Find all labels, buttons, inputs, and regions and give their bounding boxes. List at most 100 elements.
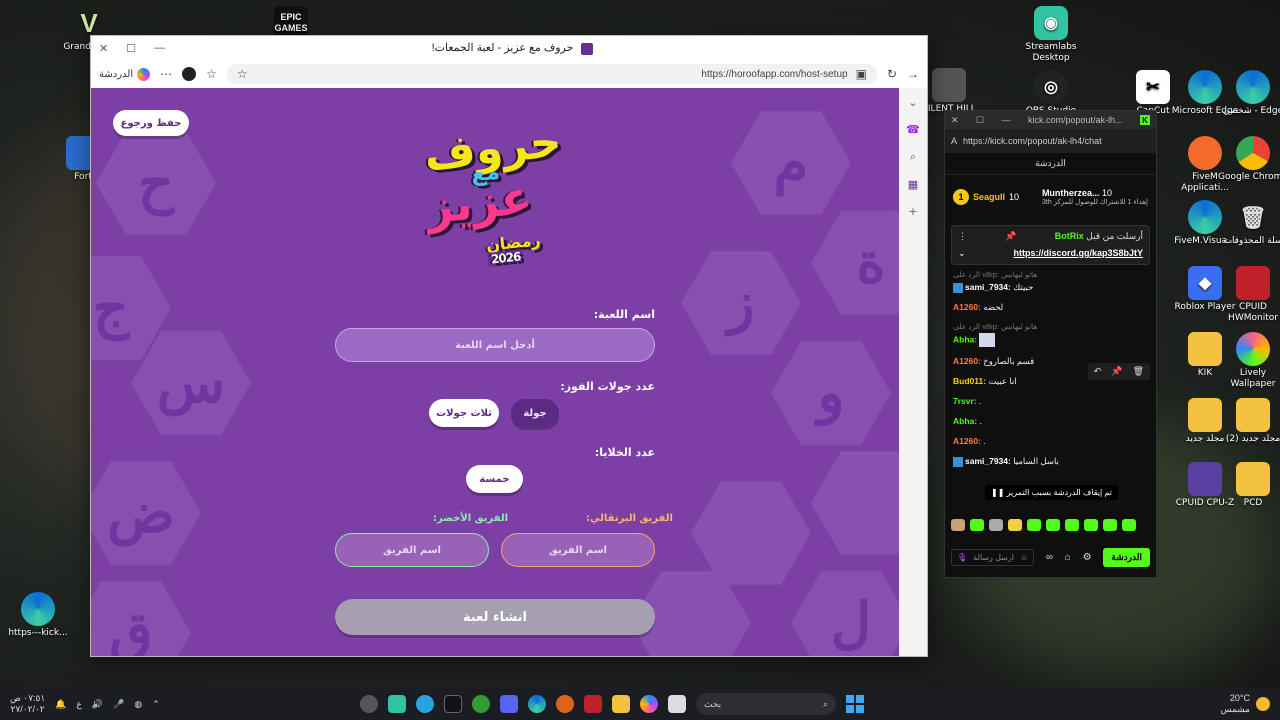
leader-first[interactable]: 1 Seagull 10	[953, 189, 1019, 205]
chat-message[interactable]: sami_7934: باسل الساميا	[953, 455, 1148, 467]
emote-icon[interactable]	[1027, 519, 1041, 531]
emote-icon[interactable]	[989, 519, 1003, 531]
emoji-icon[interactable]: ☺	[1020, 553, 1028, 562]
desktop-icon-hwmonitor[interactable]: CPUID HWMonitor	[1218, 266, 1280, 324]
emote-icon[interactable]	[1046, 519, 1060, 531]
read-aloud-icon[interactable]: A	[951, 136, 957, 146]
profile-avatar[interactable]	[182, 67, 197, 81]
microphone-icon[interactable]: 🎤	[113, 699, 124, 710]
desktop-icon-chrome[interactable]: Google Chrome	[1218, 136, 1280, 183]
favorites-icon[interactable]: ☆	[206, 67, 217, 81]
emote-icon[interactable]	[1122, 519, 1136, 531]
cells-five-button[interactable]: خمسة	[466, 465, 523, 493]
hex-tile: ض	[91, 461, 201, 565]
desktop-icon-kick-shortcut[interactable]: https---kick...	[3, 592, 73, 639]
team-green-input[interactable]: اسم الفريق	[335, 533, 489, 567]
copilot-chat-button[interactable]: الدردشة	[99, 67, 151, 81]
users-icon[interactable]: ∞	[1046, 552, 1053, 563]
rounds-three-button[interactable]: ثلاث جولات	[429, 399, 499, 427]
more-icon[interactable]: ⋮	[958, 231, 967, 242]
edge-icon[interactable]	[528, 695, 546, 713]
more-icon[interactable]: ⋯	[160, 67, 172, 81]
emote-icon[interactable]	[1008, 519, 1022, 531]
maximize-icon[interactable]: ☐	[126, 42, 136, 55]
maximize-icon[interactable]: ☐	[976, 115, 984, 126]
close-icon[interactable]: ✕	[951, 115, 959, 126]
chat-paused-notice[interactable]: تم إيقاف الدردشة بسبب التمرير ❚❚	[985, 485, 1118, 500]
minimize-icon[interactable]: —	[154, 42, 165, 55]
weather-widget[interactable]: 20°C مشمس	[1220, 693, 1270, 715]
pinned-link[interactable]: https://discord.gg/kap3S8bJtY	[1013, 248, 1143, 259]
store-icon[interactable]: ⌂	[1065, 552, 1071, 563]
site-info-icon[interactable]: ▣	[856, 67, 867, 81]
file-explorer-icon[interactable]	[612, 695, 630, 713]
pin-icon[interactable]: 📌	[1005, 231, 1016, 242]
address-bar[interactable]: ☆ https://horoofapp.com/host-setup ▣	[226, 64, 877, 84]
star-icon[interactable]: ☆	[237, 67, 248, 81]
save-and-back-button[interactable]: حفظ ورجوع	[113, 110, 189, 136]
clock[interactable]: ٠٧:٥١ ص ٢٧/٠٢/٠٢	[10, 693, 45, 715]
leader-gift[interactable]: Muntherzea... 10 إهداء 1 للاشتراك للوصول…	[1042, 188, 1148, 206]
forward-icon[interactable]: →	[907, 67, 919, 81]
team-orange-input[interactable]: اسم الفريق	[501, 533, 655, 567]
telegram-icon[interactable]	[416, 695, 434, 713]
streamlabs-icon[interactable]	[388, 695, 406, 713]
volume-icon[interactable]: 🔊	[92, 699, 103, 710]
desktop-icon-streamlabs[interactable]: ◉ Streamlabs Desktop	[1016, 6, 1086, 64]
delete-icon[interactable]: 🗑	[1133, 366, 1144, 377]
pin-icon[interactable]: 📌	[1111, 366, 1122, 377]
network-icon[interactable]: ◍	[134, 699, 142, 710]
discord-icon[interactable]	[500, 695, 518, 713]
chat-message[interactable]: الرد على v8rp: هاتو ليهابس sami_7934: حب…	[953, 269, 1148, 293]
adobe-icon[interactable]	[584, 695, 602, 713]
app-icon[interactable]	[668, 695, 686, 713]
epic-games-icon[interactable]	[444, 695, 462, 713]
emote-icon[interactable]	[970, 519, 984, 531]
desktop-icon-pcd[interactable]: PCD	[1218, 462, 1280, 509]
desktop-icon-recycle-bin[interactable]: 🗑 سلة المحذوفات	[1218, 200, 1280, 247]
chat-message[interactable]: A1260: لحضه	[953, 301, 1148, 313]
search-icon[interactable]: ⌕	[910, 150, 916, 164]
chat-message[interactable]: 7rsvr: .	[953, 395, 1148, 407]
add-icon[interactable]: +	[908, 205, 917, 218]
app-icon[interactable]: ▦	[908, 178, 918, 191]
hex-tile	[811, 451, 899, 555]
input-language[interactable]: ع	[76, 699, 81, 710]
rounds-one-button[interactable]: جولة	[511, 399, 559, 427]
emote-icon[interactable]	[951, 519, 965, 531]
taskbar-search[interactable]: ⌕ بحث	[696, 693, 836, 715]
chat-message[interactable]: A1260: .	[953, 435, 1148, 447]
folder-icon	[1188, 332, 1222, 366]
chat-message[interactable]: Abha: .	[953, 415, 1148, 427]
settings-icon[interactable]: ⚙	[1083, 552, 1092, 563]
reply-icon[interactable]: ↶	[1094, 366, 1102, 377]
chevron-down-icon[interactable]: ⌄	[908, 96, 917, 109]
send-chat-button[interactable]: الدردشة	[1103, 547, 1150, 567]
chevron-down-icon[interactable]: ⌄	[958, 248, 966, 259]
create-game-button[interactable]: انشاء لعبة	[335, 599, 655, 635]
desktop-icon-lively[interactable]: Lively Wallpaper	[1218, 332, 1280, 390]
close-icon[interactable]: ✕	[99, 42, 108, 55]
chrome-icon	[1236, 136, 1270, 170]
minimize-icon[interactable]: —	[1002, 115, 1011, 125]
copilot-icon[interactable]	[640, 695, 658, 713]
chat-address-bar[interactable]: A https://kick.com/popout/ak-lh4/chat	[945, 129, 1156, 153]
chat-message[interactable]: الرد على v8rp: هاتو ليهابس Abha:	[953, 321, 1148, 347]
desktop-icon-new-folder-2[interactable]: (2) مجلد جديد	[1218, 398, 1280, 445]
desktop-icon-edge-personal[interactable]: شخصي - Edge	[1218, 70, 1280, 117]
refresh-icon[interactable]: ↻	[887, 67, 897, 81]
game-name-input[interactable]: أدخل اسم اللعبة	[335, 328, 655, 362]
notification-icon[interactable]: 🔔	[55, 699, 66, 710]
chevron-up-icon[interactable]: ⌃	[152, 699, 160, 710]
tab-title[interactable]: حروف مع عزيز - لعبة الجمعات!	[165, 41, 859, 55]
xbox-icon[interactable]	[472, 695, 490, 713]
emote-icon[interactable]	[1065, 519, 1079, 531]
telephone-icon[interactable]: ☎	[906, 123, 920, 136]
hwmonitor-icon	[1236, 266, 1270, 300]
app-icon[interactable]	[360, 695, 378, 713]
emote-icon[interactable]	[1103, 519, 1117, 531]
emote-icon[interactable]	[1084, 519, 1098, 531]
start-icon[interactable]	[846, 695, 864, 713]
chat-input[interactable]: 🎙 ارسل رسالة ☺	[951, 548, 1035, 566]
app-icon[interactable]	[556, 695, 574, 713]
